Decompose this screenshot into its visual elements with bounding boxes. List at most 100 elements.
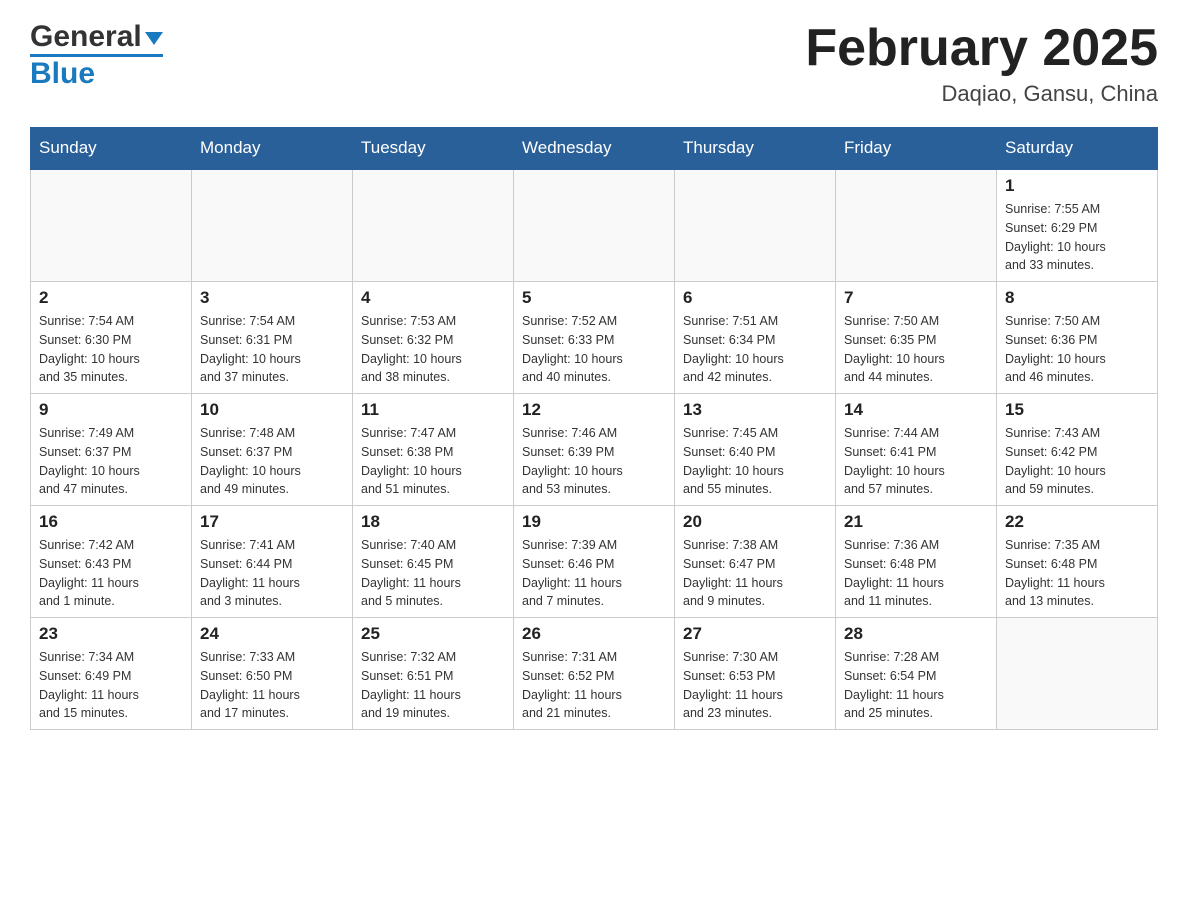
calendar-cell: 8 Sunrise: 7:50 AMSunset: 6:36 PMDaylight… xyxy=(997,282,1158,394)
day-number: 5 xyxy=(522,288,666,308)
calendar-cell: 3 Sunrise: 7:54 AMSunset: 6:31 PMDaylight… xyxy=(192,282,353,394)
day-info: Sunrise: 7:50 AMSunset: 6:35 PMDaylight:… xyxy=(844,312,988,387)
col-thursday: Thursday xyxy=(675,128,836,170)
day-number: 1 xyxy=(1005,176,1149,196)
day-info: Sunrise: 7:42 AMSunset: 6:43 PMDaylight:… xyxy=(39,536,183,611)
calendar-cell: 11 Sunrise: 7:47 AMSunset: 6:38 PMDayligh… xyxy=(353,394,514,506)
day-number: 25 xyxy=(361,624,505,644)
day-info: Sunrise: 7:33 AMSunset: 6:50 PMDaylight:… xyxy=(200,648,344,723)
day-number: 14 xyxy=(844,400,988,420)
logo-blue-text: Blue xyxy=(30,59,95,89)
day-info: Sunrise: 7:36 AMSunset: 6:48 PMDaylight:… xyxy=(844,536,988,611)
day-number: 7 xyxy=(844,288,988,308)
calendar-cell: 26 Sunrise: 7:31 AMSunset: 6:52 PMDayligh… xyxy=(514,618,675,730)
day-info: Sunrise: 7:28 AMSunset: 6:54 PMDaylight:… xyxy=(844,648,988,723)
calendar-cell: 9 Sunrise: 7:49 AMSunset: 6:37 PMDaylight… xyxy=(31,394,192,506)
day-info: Sunrise: 7:40 AMSunset: 6:45 PMDaylight:… xyxy=(361,536,505,611)
day-number: 19 xyxy=(522,512,666,532)
calendar-cell xyxy=(353,169,514,282)
col-tuesday: Tuesday xyxy=(353,128,514,170)
logo: General Blue xyxy=(30,20,163,89)
day-number: 28 xyxy=(844,624,988,644)
day-info: Sunrise: 7:54 AMSunset: 6:31 PMDaylight:… xyxy=(200,312,344,387)
day-info: Sunrise: 7:52 AMSunset: 6:33 PMDaylight:… xyxy=(522,312,666,387)
calendar-week-2: 2Sunrise: 7:54 AMSunset: 6:30 PMDaylight… xyxy=(31,282,1158,394)
calendar-cell: 13 Sunrise: 7:45 AMSunset: 6:40 PMDayligh… xyxy=(675,394,836,506)
calendar-cell: 21 Sunrise: 7:36 AMSunset: 6:48 PMDayligh… xyxy=(836,506,997,618)
day-info: Sunrise: 7:34 AMSunset: 6:49 PMDaylight:… xyxy=(39,648,183,723)
day-number: 13 xyxy=(683,400,827,420)
calendar-week-1: 1 Sunrise: 7:55 AMSunset: 6:29 PMDaylight… xyxy=(31,169,1158,282)
logo-general-text: General xyxy=(30,20,142,54)
day-number: 18 xyxy=(361,512,505,532)
day-number: 3 xyxy=(200,288,344,308)
calendar-cell: 15Sunrise: 7:43 AMSunset: 6:42 PMDayligh… xyxy=(997,394,1158,506)
day-info: Sunrise: 7:55 AMSunset: 6:29 PMDaylight:… xyxy=(1005,200,1149,275)
col-monday: Monday xyxy=(192,128,353,170)
day-number: 20 xyxy=(683,512,827,532)
day-info: Sunrise: 7:41 AMSunset: 6:44 PMDaylight:… xyxy=(200,536,344,611)
day-number: 24 xyxy=(200,624,344,644)
calendar-cell: 10 Sunrise: 7:48 AMSunset: 6:37 PMDayligh… xyxy=(192,394,353,506)
calendar-week-4: 16 Sunrise: 7:42 AMSunset: 6:43 PMDayligh… xyxy=(31,506,1158,618)
day-number: 21 xyxy=(844,512,988,532)
col-sunday: Sunday xyxy=(31,128,192,170)
calendar-cell: 16 Sunrise: 7:42 AMSunset: 6:43 PMDayligh… xyxy=(31,506,192,618)
day-info: Sunrise: 7:35 AMSunset: 6:48 PMDaylight:… xyxy=(1005,536,1149,611)
day-info: Sunrise: 7:45 AMSunset: 6:40 PMDaylight:… xyxy=(683,424,827,499)
calendar-cell: 14 Sunrise: 7:44 AMSunset: 6:41 PMDayligh… xyxy=(836,394,997,506)
day-info: Sunrise: 7:53 AMSunset: 6:32 PMDaylight:… xyxy=(361,312,505,387)
calendar-cell xyxy=(192,169,353,282)
day-info: Sunrise: 7:32 AMSunset: 6:51 PMDaylight:… xyxy=(361,648,505,723)
day-number: 8 xyxy=(1005,288,1149,308)
calendar-cell: 6Sunrise: 7:51 AMSunset: 6:34 PMDaylight… xyxy=(675,282,836,394)
day-number: 15 xyxy=(1005,400,1149,420)
title-section: February 2025 Daqiao, Gansu, China xyxy=(805,20,1158,107)
day-info: Sunrise: 7:47 AMSunset: 6:38 PMDaylight:… xyxy=(361,424,505,499)
calendar-cell: 12Sunrise: 7:46 AMSunset: 6:39 PMDayligh… xyxy=(514,394,675,506)
day-number: 17 xyxy=(200,512,344,532)
day-number: 9 xyxy=(39,400,183,420)
calendar-cell: 5 Sunrise: 7:52 AMSunset: 6:33 PMDaylight… xyxy=(514,282,675,394)
day-number: 23 xyxy=(39,624,183,644)
day-info: Sunrise: 7:48 AMSunset: 6:37 PMDaylight:… xyxy=(200,424,344,499)
day-info: Sunrise: 7:38 AMSunset: 6:47 PMDaylight:… xyxy=(683,536,827,611)
month-title: February 2025 xyxy=(805,20,1158,77)
calendar-cell xyxy=(31,169,192,282)
calendar-header-row: Sunday Monday Tuesday Wednesday Thursday… xyxy=(31,128,1158,170)
calendar-week-3: 9 Sunrise: 7:49 AMSunset: 6:37 PMDaylight… xyxy=(31,394,1158,506)
calendar-cell: 27Sunrise: 7:30 AMSunset: 6:53 PMDayligh… xyxy=(675,618,836,730)
calendar-cell: 25 Sunrise: 7:32 AMSunset: 6:51 PMDayligh… xyxy=(353,618,514,730)
calendar-cell xyxy=(675,169,836,282)
calendar-cell: 2Sunrise: 7:54 AMSunset: 6:30 PMDaylight… xyxy=(31,282,192,394)
day-info: Sunrise: 7:44 AMSunset: 6:41 PMDaylight:… xyxy=(844,424,988,499)
calendar-cell xyxy=(514,169,675,282)
col-friday: Friday xyxy=(836,128,997,170)
day-number: 26 xyxy=(522,624,666,644)
day-number: 16 xyxy=(39,512,183,532)
calendar-cell: 28 Sunrise: 7:28 AMSunset: 6:54 PMDayligh… xyxy=(836,618,997,730)
calendar: Sunday Monday Tuesday Wednesday Thursday… xyxy=(30,127,1158,730)
location: Daqiao, Gansu, China xyxy=(805,81,1158,107)
day-info: Sunrise: 7:39 AMSunset: 6:46 PMDaylight:… xyxy=(522,536,666,611)
day-number: 11 xyxy=(361,400,505,420)
calendar-cell xyxy=(997,618,1158,730)
logo-triangle-icon xyxy=(145,32,163,45)
calendar-cell: 23 Sunrise: 7:34 AMSunset: 6:49 PMDayligh… xyxy=(31,618,192,730)
calendar-cell: 22 Sunrise: 7:35 AMSunset: 6:48 PMDayligh… xyxy=(997,506,1158,618)
day-info: Sunrise: 7:30 AMSunset: 6:53 PMDaylight:… xyxy=(683,648,827,723)
day-number: 10 xyxy=(200,400,344,420)
day-info: Sunrise: 7:54 AMSunset: 6:30 PMDaylight:… xyxy=(39,312,183,387)
day-info: Sunrise: 7:31 AMSunset: 6:52 PMDaylight:… xyxy=(522,648,666,723)
day-number: 6 xyxy=(683,288,827,308)
day-number: 22 xyxy=(1005,512,1149,532)
calendar-cell: 1 Sunrise: 7:55 AMSunset: 6:29 PMDaylight… xyxy=(997,169,1158,282)
col-saturday: Saturday xyxy=(997,128,1158,170)
day-info: Sunrise: 7:49 AMSunset: 6:37 PMDaylight:… xyxy=(39,424,183,499)
calendar-cell: 19 Sunrise: 7:39 AMSunset: 6:46 PMDayligh… xyxy=(514,506,675,618)
calendar-cell: 7 Sunrise: 7:50 AMSunset: 6:35 PMDaylight… xyxy=(836,282,997,394)
calendar-cell: 4Sunrise: 7:53 AMSunset: 6:32 PMDaylight… xyxy=(353,282,514,394)
day-info: Sunrise: 7:50 AMSunset: 6:36 PMDaylight:… xyxy=(1005,312,1149,387)
calendar-week-5: 23 Sunrise: 7:34 AMSunset: 6:49 PMDayligh… xyxy=(31,618,1158,730)
calendar-cell: 18 Sunrise: 7:40 AMSunset: 6:45 PMDayligh… xyxy=(353,506,514,618)
